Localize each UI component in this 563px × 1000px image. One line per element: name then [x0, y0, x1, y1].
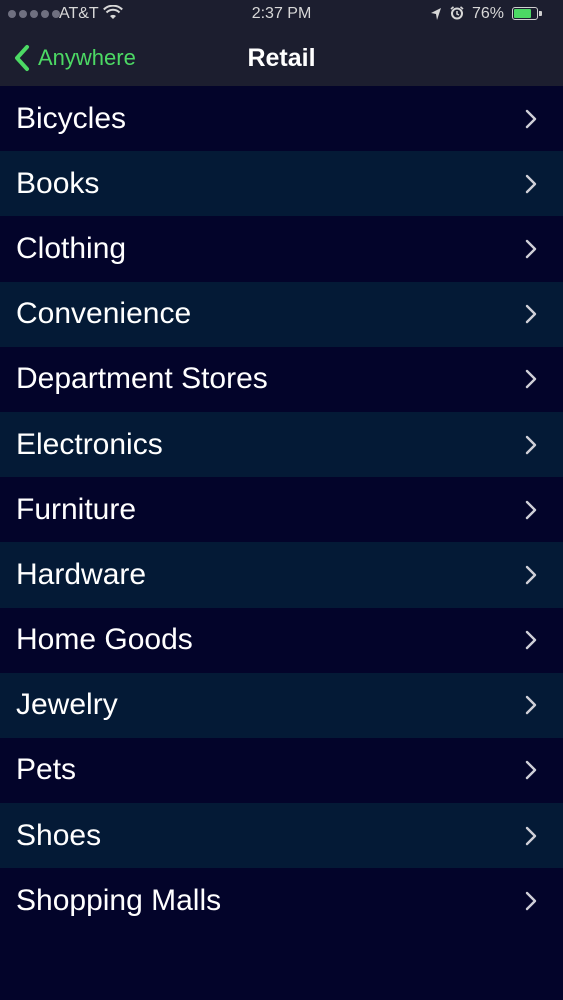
list-item[interactable]: Department Stores: [0, 346, 563, 412]
chevron-right-icon: [525, 304, 537, 324]
chevron-right-icon: [525, 826, 537, 845]
list-item[interactable]: Shopping Malls: [0, 868, 563, 934]
list-item-label: Department Stores: [16, 362, 268, 396]
list-item-label: Home Goods: [16, 623, 193, 657]
list-item[interactable]: Hardware: [0, 542, 563, 608]
list-item-label: Hardware: [16, 557, 147, 591]
category-list: Bicycles Books Clothing Convenience Departme…: [0, 86, 563, 934]
chevron-right-icon: [525, 891, 537, 911]
list-item-label: Furniture: [16, 492, 137, 526]
list-item-label: Electronics: [16, 427, 163, 461]
list-item[interactable]: Bicycles: [0, 86, 563, 152]
chevron-right-icon: [525, 696, 537, 715]
list-item-label: Jewelry: [16, 688, 118, 722]
list-item[interactable]: Home Goods: [0, 607, 563, 673]
list-item[interactable]: Furniture: [0, 477, 563, 543]
battery-icon: [512, 7, 538, 20]
list-item-label: Shoes: [16, 818, 102, 852]
chevron-right-icon: [525, 500, 537, 519]
list-item[interactable]: Convenience: [0, 281, 563, 347]
list-item[interactable]: Clothing: [0, 216, 563, 282]
list-item-label: Convenience: [16, 297, 192, 331]
list-item[interactable]: Jewelry: [0, 672, 563, 738]
list-item[interactable]: Shoes: [0, 803, 563, 869]
location-arrow-icon: [431, 8, 441, 20]
chevron-right-icon: [525, 174, 537, 193]
list-item[interactable]: Books: [0, 151, 563, 217]
chevron-right-icon: [525, 565, 537, 585]
chevron-right-icon: [525, 109, 537, 128]
list-item-label: Bicycles: [16, 101, 127, 135]
chevron-right-icon: [525, 630, 537, 650]
alarm-icon: [450, 6, 464, 20]
battery-percent: 76%: [472, 5, 505, 22]
status-bar: AT&T 2:37 PM 76%: [0, 0, 563, 30]
chevron-right-icon: [525, 761, 537, 780]
chevron-right-icon: [525, 370, 537, 389]
list-item-label: Books: [16, 166, 100, 200]
chevron-right-icon: [525, 239, 537, 259]
list-item[interactable]: Electronics: [0, 411, 563, 478]
navigation-bar: Anywhere Retail: [0, 30, 563, 86]
list-item-label: Pets: [16, 753, 77, 787]
page-title: Retail: [247, 44, 316, 72]
list-item[interactable]: Pets: [0, 737, 563, 804]
screen: AT&T 2:37 PM 76% Anywhere Retail Bicycle…: [0, 0, 563, 1000]
list-item-label: Clothing: [16, 231, 127, 265]
list-item-label: Shopping Malls: [16, 883, 222, 917]
chevron-right-icon: [525, 435, 537, 454]
battery-cap: [539, 11, 542, 16]
